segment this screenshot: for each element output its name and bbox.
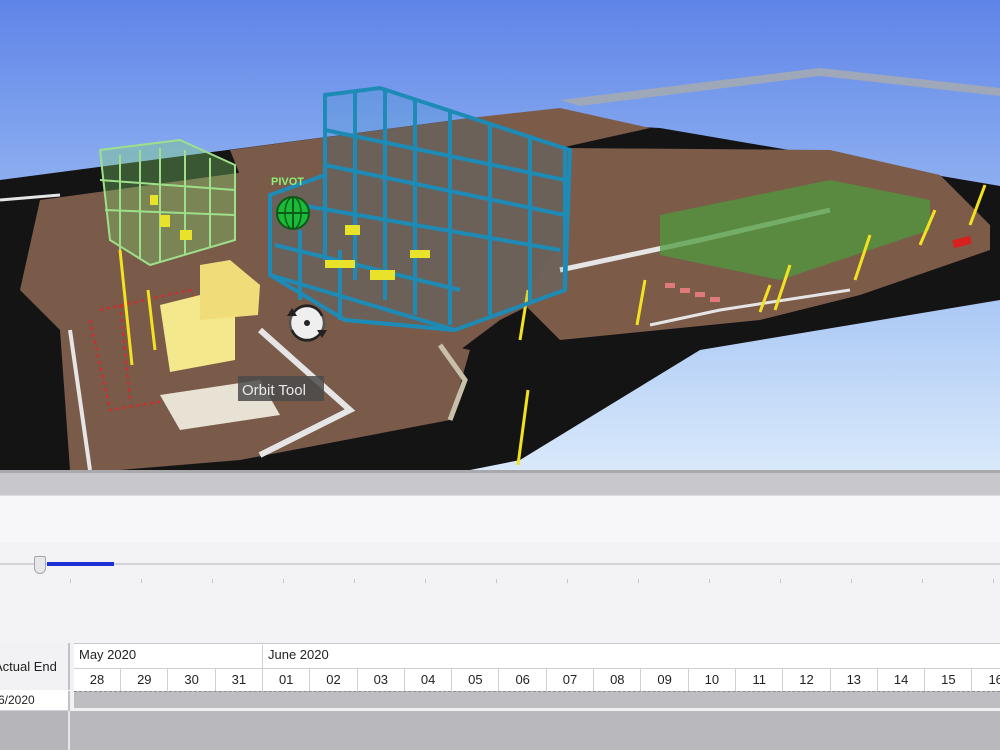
3d-viewport[interactable]: PIVOT Orbit Tool <box>0 0 1000 470</box>
scene-canvas[interactable]: PIVOT Orbit Tool <box>0 0 1000 470</box>
slider-tick <box>638 579 639 583</box>
task-actual-end-value: 6/2020 <box>0 693 35 707</box>
slider-tick <box>567 579 568 583</box>
pivot-label: PIVOT <box>271 176 304 188</box>
slider-tick <box>922 579 923 583</box>
month-label: May 2020 <box>79 647 137 662</box>
column-header-actual-end[interactable]: Actual End <box>0 643 70 690</box>
day-cell: 30 <box>169 669 216 691</box>
day-cell: 10 <box>689 669 736 691</box>
slider-tick <box>141 579 142 583</box>
slider-tick <box>851 579 852 583</box>
slider-tick <box>70 579 71 583</box>
month-label: June 2020 <box>268 647 329 662</box>
pane-splitter[interactable] <box>0 470 1000 496</box>
day-cell: 05 <box>452 669 500 691</box>
day-cell: 06 <box>500 669 547 691</box>
day-cell: 04 <box>405 669 453 691</box>
slider-tick <box>283 579 284 583</box>
gantt-chart-area[interactable] <box>0 711 1000 750</box>
task-list-area[interactable] <box>0 711 70 750</box>
playback-slider-thumb[interactable] <box>34 556 46 574</box>
slider-tick <box>709 579 710 583</box>
playback-progress <box>47 562 114 566</box>
day-cell: 07 <box>547 669 594 691</box>
day-cell: 13 <box>831 669 878 691</box>
day-cell: 11 <box>736 669 784 691</box>
day-cell: 15 <box>925 669 973 691</box>
day-cell: 09 <box>642 669 689 691</box>
day-cell: 31 <box>216 669 263 691</box>
timeliner-toolbar <box>0 496 1000 543</box>
slider-tick <box>993 579 994 583</box>
day-cell: 02 <box>311 669 358 691</box>
slider-tick <box>425 579 426 583</box>
playback-slider-track[interactable] <box>0 563 1000 565</box>
day-cell: 01 <box>263 669 311 691</box>
slider-tick <box>496 579 497 583</box>
pivot-marker[interactable] <box>276 196 310 230</box>
day-cell: 29 <box>121 669 169 691</box>
slider-tick <box>212 579 213 583</box>
green-structure <box>98 138 236 267</box>
day-cell: 16 <box>973 669 1000 691</box>
orbit-tool-tooltip: Orbit Tool <box>242 382 306 399</box>
playback-panel <box>0 542 1000 643</box>
day-cell: 03 <box>358 669 405 691</box>
slider-tick <box>354 579 355 583</box>
day-cell: 12 <box>784 669 831 691</box>
column-header-label: Actual End <box>0 659 57 674</box>
day-cell: 08 <box>594 669 642 691</box>
day-cell: 14 <box>878 669 926 691</box>
day-cell: 28 <box>74 669 121 691</box>
task-gantt-row[interactable] <box>74 691 1000 708</box>
task-actual-end-cell[interactable]: 6/2020 <box>0 691 70 711</box>
slider-tick <box>780 579 781 583</box>
month-separator <box>262 645 263 668</box>
